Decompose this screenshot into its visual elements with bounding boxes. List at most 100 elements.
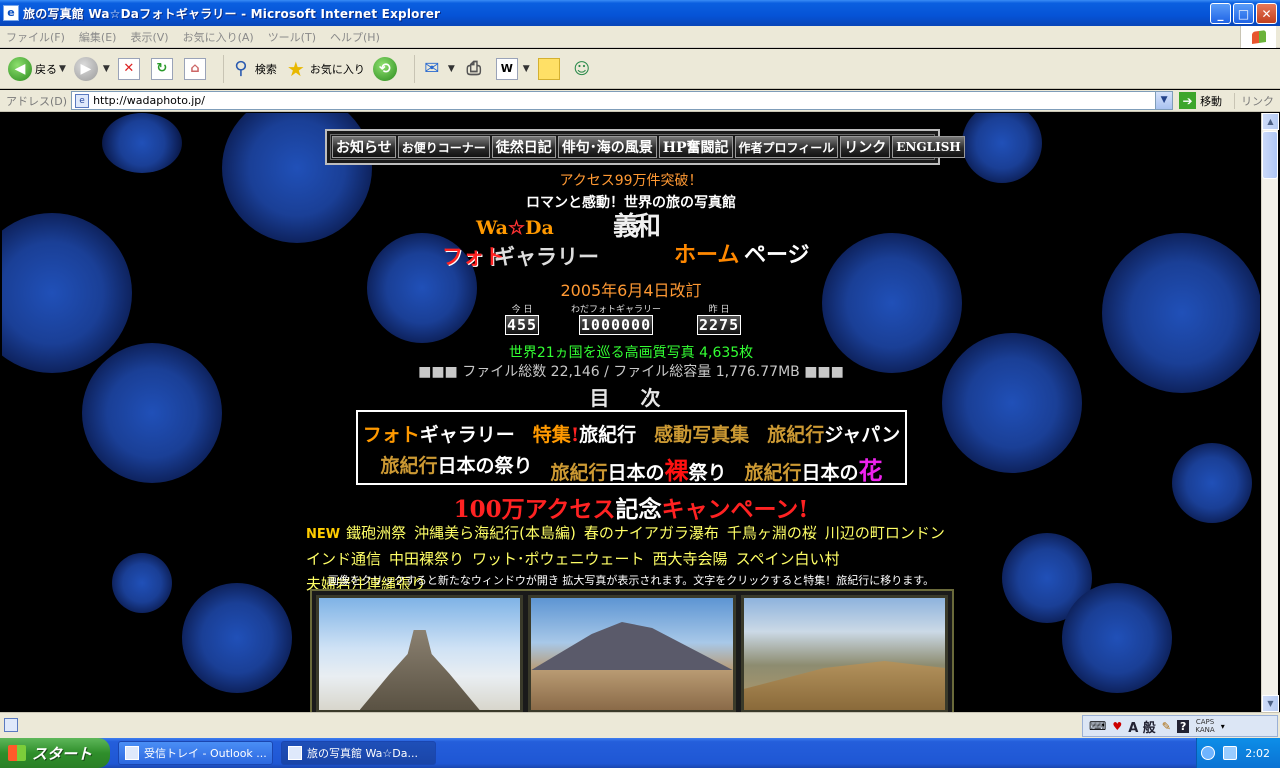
news-link[interactable]: 春のナイアガラ瀑布	[584, 524, 719, 542]
category-special-travel[interactable]: 特集!旅紀行	[533, 420, 636, 447]
menu-favorites[interactable]: お気に入り(A)	[183, 29, 254, 45]
window-title: 旅の写真館 Wa☆Daフォトギャラリー - Microsoft Internet…	[23, 6, 441, 21]
history-button[interactable]: ⟲	[372, 56, 400, 81]
ime-mode[interactable]: A 般	[1128, 717, 1156, 736]
news-link[interactable]: 鐵砲洲祭	[346, 524, 406, 542]
task-outlook[interactable]: 受信トレイ - Outlook ...	[118, 741, 273, 765]
nav-haiku[interactable]: 俳句･海の風景	[557, 136, 657, 158]
news-link[interactable]: 川辺の町ロンドン	[825, 524, 945, 542]
network-icon[interactable]	[1223, 746, 1238, 760]
category-japan-festivals[interactable]: 旅紀行日本の祭り	[380, 451, 532, 486]
scroll-down-icon[interactable]: ▼	[1262, 695, 1279, 712]
nav-letters[interactable]: お便りコーナー	[397, 136, 490, 158]
logo-home-orange: ホーム	[674, 242, 740, 268]
news-link[interactable]: スペイン白い村	[736, 550, 840, 568]
access-milestone: アクセス99万件突破！	[559, 173, 703, 189]
task-ie[interactable]: 旅の写真館 Wa☆Da...	[281, 741, 436, 765]
favorites-button[interactable]: ★ お気に入り	[285, 57, 365, 81]
language-bar-arrow-icon[interactable]: ▾	[1221, 722, 1225, 731]
category-japan[interactable]: 旅紀行ジャパン	[767, 420, 900, 447]
news-link[interactable]: 沖縄美ら海紀行(本島編)	[414, 524, 576, 542]
counter-value: 2275	[697, 315, 742, 335]
menu-help[interactable]: ヘルプ(H)	[330, 29, 380, 45]
counter-label: 今 日	[511, 305, 533, 315]
nav-links[interactable]: リンク	[840, 136, 891, 158]
access-counters: 今 日 455 わだフォトギャラリー 1000000 昨 日 2275	[505, 302, 765, 338]
scroll-up-icon[interactable]: ▲	[1262, 113, 1279, 130]
status-bar: ⌨ ♥ A 般 ✎ ? CAPS KANA ▾	[0, 712, 1280, 738]
go-button[interactable]: ➔ 移動	[1179, 92, 1222, 109]
ime-tools-icon[interactable]: ✎	[1162, 720, 1171, 733]
edit-dropdown-icon[interactable]: ▼	[523, 64, 530, 74]
messenger-icon: ☺	[573, 59, 591, 78]
photo-pompeii-vesuvius[interactable]	[528, 595, 736, 712]
news-link[interactable]: 西大寺会陽	[653, 550, 728, 568]
category-kando-photos[interactable]: 感動写真集	[654, 420, 749, 447]
counter-value: 1000000	[578, 315, 654, 335]
category-japan-flowers[interactable]: 旅紀行日本の花	[745, 451, 883, 486]
site-nav: お知らせ お便りコーナー 徒然日記 俳句･海の風景 HP奮闘記 作者プロフィール…	[325, 129, 965, 165]
edit-document-icon: W	[495, 57, 518, 80]
menu-tools[interactable]: ツール(T)	[268, 29, 316, 45]
search-button[interactable]: ⚲ 検索	[230, 58, 277, 80]
campaign-banner[interactable]: 100万アクセス記念キャンペーン!	[2, 490, 1260, 524]
news-link[interactable]: 中田裸祭り	[389, 550, 464, 568]
home-button[interactable]: ⌂	[183, 57, 209, 80]
tray-expand-icon[interactable]	[1201, 746, 1216, 760]
windows-logo-icon	[1240, 26, 1276, 48]
photo-count: 世界21ヵ国を巡る高画質写真 4,635枚	[508, 345, 754, 361]
refresh-button[interactable]: ↻	[150, 57, 176, 80]
forward-arrow-icon: ▶	[73, 56, 98, 81]
ime-icon[interactable]: ♥	[1112, 720, 1122, 733]
nav-hp-story[interactable]: HP奮闘記	[658, 136, 733, 158]
address-dropdown-icon[interactable]: ▼	[1155, 92, 1173, 109]
maximize-button[interactable]: □	[1233, 3, 1254, 24]
minimize-button[interactable]: _	[1210, 3, 1231, 24]
messenger-button[interactable]: ☺	[571, 58, 596, 80]
counter-yesterday: 昨 日 2275	[697, 302, 742, 335]
category-naked-festivals[interactable]: 旅紀行日本の裸祭り	[550, 451, 726, 486]
news-link[interactable]: ワット･ポウェニウェート	[472, 550, 645, 568]
mail-dropdown-icon[interactable]: ▼	[448, 64, 455, 74]
clock[interactable]: 2:02	[1245, 747, 1270, 760]
start-button[interactable]: スタート	[0, 738, 110, 768]
photo-mont-saint-michel[interactable]	[316, 595, 524, 712]
category-photo-gallery[interactable]: フォトギャラリー	[363, 420, 515, 447]
ime-language-bar[interactable]: ⌨ ♥ A 般 ✎ ? CAPS KANA ▾	[1082, 715, 1278, 737]
discuss-button[interactable]	[537, 57, 563, 80]
menu-edit[interactable]: 編集(E)	[79, 29, 117, 45]
photo-great-wall[interactable]	[740, 595, 948, 712]
go-arrow-icon: ➔	[1179, 92, 1197, 109]
close-button[interactable]: ✕	[1256, 3, 1277, 24]
history-icon: ⟲	[372, 56, 397, 81]
address-url[interactable]: http://wadaphoto.jp/	[93, 94, 205, 107]
back-button[interactable]: ◀ 戻る ▼	[8, 56, 66, 81]
help-icon[interactable]: ?	[1177, 719, 1190, 733]
scroll-thumb[interactable]	[1262, 131, 1278, 179]
vertical-scrollbar[interactable]: ▲ ▼	[1261, 113, 1279, 712]
links-button[interactable]: リンク	[1234, 92, 1274, 109]
page-icon: e	[75, 93, 90, 108]
address-input[interactable]: e http://wadaphoto.jp/ ▼	[71, 91, 1174, 110]
window-controls: _ □ ✕	[1210, 3, 1277, 24]
category-row: 旅紀行日本の祭り 旅紀行日本の裸祭り 旅紀行日本の花	[358, 451, 905, 486]
forward-button[interactable]: ▶ ▼	[73, 56, 110, 81]
print-button[interactable]: ⎙	[463, 58, 488, 80]
news-link[interactable]: インド通信	[306, 550, 381, 568]
edit-button[interactable]: W ▼	[495, 57, 530, 80]
nav-news[interactable]: お知らせ	[332, 136, 396, 158]
nav-diary[interactable]: 徒然日記	[491, 136, 556, 158]
nav-profile[interactable]: 作者プロフィール	[734, 136, 839, 158]
page-status-icon	[4, 718, 18, 732]
keyboard-icon[interactable]: ⌨	[1089, 719, 1106, 733]
news-link[interactable]: 千鳥ヶ淵の桜	[727, 524, 817, 542]
menu-view[interactable]: 表示(V)	[130, 29, 168, 45]
stop-button[interactable]: ✕	[117, 57, 143, 80]
nav-english[interactable]: ENGLISH	[892, 136, 965, 158]
background-bubble	[1062, 583, 1172, 693]
forward-dropdown-icon[interactable]: ▼	[103, 64, 110, 74]
mail-button[interactable]: ✉ ▼	[421, 58, 455, 80]
menu-file[interactable]: ファイル(F)	[6, 29, 65, 45]
back-dropdown-icon[interactable]: ▼	[59, 64, 66, 74]
back-label: 戻る	[35, 62, 57, 76]
